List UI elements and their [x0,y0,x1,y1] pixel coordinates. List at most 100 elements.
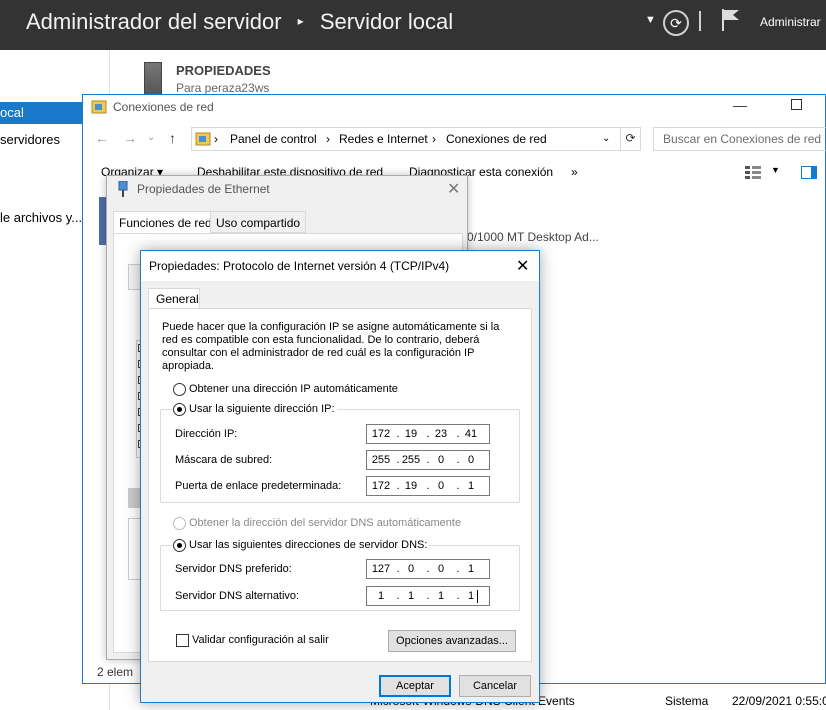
text-cursor [477,590,478,603]
search-input[interactable]: Buscar en Conexiones de red [653,127,826,151]
breadcrumb-control-panel[interactable]: Panel de control [230,132,317,146]
breadcrumb-chevron-icon[interactable]: › [432,132,436,146]
ethernet-icon [118,181,128,197]
network-folder-icon [91,100,107,114]
server-manager-title: Administrador del servidor ▸ Servidor lo… [26,9,453,35]
network-connections-titlebar: Conexiones de red — [83,95,825,121]
ip-manual-radio[interactable] [173,403,186,416]
adapter-description[interactable]: 0/1000 MT Desktop Ad... [467,230,599,244]
tab-sharing[interactable]: Uso compartido [210,211,307,233]
address-bar[interactable]: › Panel de control › Redes e Internet › … [191,127,641,151]
dns-manual-radio[interactable] [173,539,186,552]
ip-octet: 41 [464,428,478,440]
dns-alternate-label: Servidor DNS alternativo: [175,590,300,602]
ip-octet: 255 [401,454,421,466]
dns-alternate-field[interactable]: 1. 1. 1. 1 [366,586,490,606]
ip-octet: 0 [467,454,475,466]
ip-manual-label[interactable]: Usar la siguiente dirección IP: [187,403,337,415]
general-panel: Puede hacer que la configuración IP se a… [148,308,532,662]
up-arrow-icon[interactable]: ↑ [169,130,176,146]
dns-manual-label[interactable]: Usar las siguientes direcciones de servi… [187,539,430,551]
window-title: Conexiones de red [113,100,214,114]
ip-octet: 1 [407,590,415,602]
properties-subheading: Para peraza23ws [176,81,270,95]
recent-dropdown-icon[interactable]: ⌄ [147,132,155,143]
properties-heading: PROPIEDADES [176,63,271,78]
breadcrumb-network-connections[interactable]: Conexiones de red [446,132,547,146]
address-bar-row: ← → ⌄ ↑ › Panel de control › Redes e Int… [83,123,826,155]
ip-octet: 19 [404,428,418,440]
cancel-button[interactable]: Cancelar [459,675,531,697]
refresh-icon[interactable]: ⟳ [663,10,689,36]
intro-text: Puede hacer que la configuración IP se a… [162,321,500,372]
refresh-icon[interactable]: ⟳ [620,127,640,151]
ip-octet: 19 [404,480,418,492]
ip-octet: 1 [437,590,445,602]
dialog-title: Propiedades: Protocolo de Internet versi… [149,259,450,273]
gateway-label: Puerta de enlace predeterminada: [175,480,342,492]
dns-auto-radio[interactable] [173,517,186,530]
ip-address-field[interactable]: 172. 19. 23. 41 [366,424,490,444]
ip-octet: 127 [371,563,391,575]
ip-octet: 0 [437,454,445,466]
dns-preferred-label: Servidor DNS preferido: [175,563,292,575]
event-log: Sistema [665,694,709,708]
breadcrumb-chevron-icon[interactable]: › [214,132,218,146]
ip-auto-label[interactable]: Obtener una dirección IP automáticamente [189,383,398,395]
ip-octet: 1 [467,563,475,575]
manage-menu[interactable]: Administrar [760,15,821,29]
ip-address-label: Dirección IP: [175,428,238,440]
maximize-icon[interactable] [791,99,802,110]
gateway-field[interactable]: 172. 19. 0. 1 [366,476,490,496]
validate-checkbox[interactable] [176,634,189,647]
tab-general[interactable]: General [148,288,200,309]
back-arrow-icon[interactable]: ← [95,130,109,146]
ip-octet: 1 [467,480,475,492]
breadcrumb-network-internet[interactable]: Redes e Internet [339,132,428,146]
ip-octet: 172 [371,480,391,492]
advanced-options-button[interactable]: Opciones avanzadas... [388,630,516,652]
event-date: 22/09/2021 0:55:0 [732,694,826,708]
page-title: Servidor local [319,9,454,34]
sidebar-item-all-servers[interactable]: servidores [0,132,60,147]
validate-label[interactable]: Validar configuración al salir [192,634,329,646]
notifications-flag-icon[interactable] [721,8,741,32]
sidebar-item-local-server[interactable]: ocal [0,102,84,124]
breadcrumb-separator: ▸ [297,14,304,28]
close-icon[interactable]: ✕ [516,256,529,276]
view-dropdown-icon[interactable]: ▼ [771,165,780,175]
dns-preferred-field[interactable]: 127. 0. 0. 1 [366,559,490,579]
breadcrumb-chevron-icon[interactable]: › [326,132,330,146]
separator-bar [699,11,701,31]
minimize-icon[interactable]: — [733,97,747,113]
ok-button[interactable]: Aceptar [379,675,451,697]
ip-octet: 23 [434,428,448,440]
ipv4-properties-dialog: Propiedades: Protocolo de Internet versi… [140,250,540,703]
tab-networking[interactable]: Funciones de red [113,211,218,234]
close-icon[interactable]: ✕ [447,179,460,199]
ip-octet: 172 [371,428,391,440]
ip-octet: 0 [437,480,445,492]
server-icon [144,62,162,96]
ip-octet: 255 [371,454,391,466]
subnet-field[interactable]: 255. 255. 0. 0 [366,450,490,470]
address-dropdown-icon[interactable]: ⌄ [602,133,610,144]
more-commands-icon[interactable]: » [571,165,578,179]
dialog-titlebar: Propiedades: Protocolo de Internet versi… [141,251,539,281]
forward-arrow-icon[interactable]: → [123,130,137,146]
window-title: Propiedades de Ethernet [137,182,270,196]
ip-auto-radio[interactable] [173,383,186,396]
history-dropdown-icon[interactable]: ▼ [645,14,656,26]
preview-pane-icon[interactable] [801,166,817,179]
ip-octet: 0 [407,563,415,575]
control-panel-icon [195,132,211,146]
server-manager-header: Administrador del servidor ▸ Servidor lo… [0,0,826,50]
ip-octet: 1 [377,590,385,602]
subnet-label: Máscara de subred: [175,454,273,466]
sidebar-item-file-services[interactable]: le archivos y... [0,210,82,225]
ip-octet: 0 [437,563,445,575]
view-options-icon[interactable] [745,166,763,180]
dns-auto-label[interactable]: Obtener la dirección del servidor DNS au… [189,517,461,529]
ip-octet: 1 [467,590,475,602]
status-bar-count: 2 elem [97,665,134,679]
